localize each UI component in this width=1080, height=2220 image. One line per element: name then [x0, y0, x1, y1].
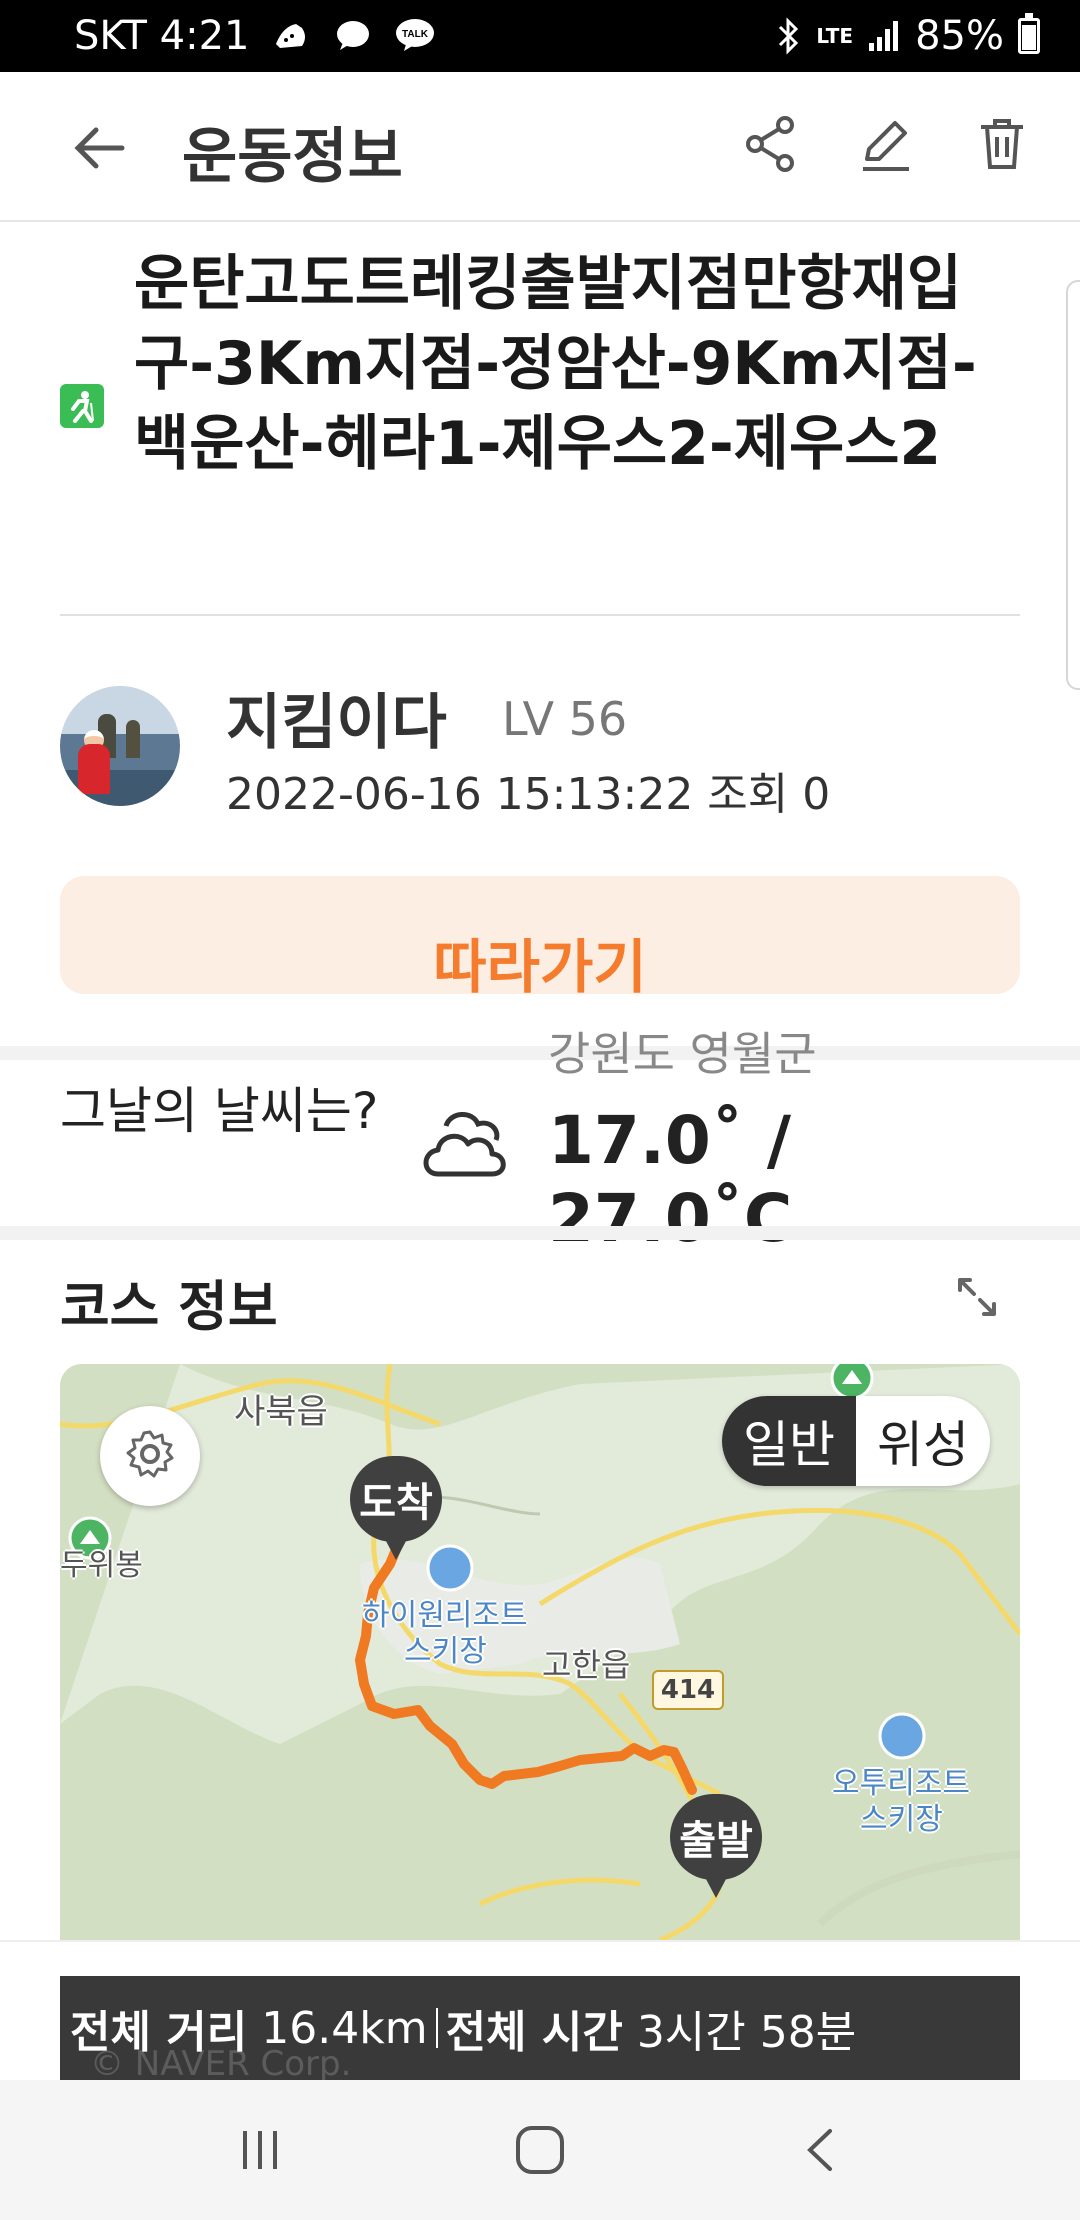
- shoe-icon: [272, 18, 312, 54]
- time-label: 전체 시간: [445, 2007, 623, 2058]
- map-label-town: 사북읍: [234, 1392, 328, 1432]
- end-marker[interactable]: 도착: [350, 1456, 442, 1566]
- map-type-normal[interactable]: 일반: [722, 1396, 856, 1486]
- talk-icon: TALK: [394, 17, 436, 55]
- weather-location: 강원도 영월군: [548, 1027, 817, 1081]
- course-map[interactable]: 일반 위성 사북읍 두위봉 하이원리조트 스키장 고한읍 414 오투리조트 스…: [60, 1364, 1020, 1940]
- divider: [60, 614, 1020, 616]
- weather-label: 그날의 날씨는?: [60, 1082, 379, 1140]
- recent-apps-icon[interactable]: [220, 2110, 300, 2190]
- weather-section: 그날의 날씨는? 강원도 영월군 17.0˚ / 27.0˚C: [0, 1027, 1080, 1257]
- hiking-icon: [60, 384, 104, 428]
- author-level: LV 56: [502, 692, 628, 746]
- map-settings-button[interactable]: [100, 1406, 200, 1506]
- section-divider: [0, 1226, 1080, 1240]
- map-label-town: 고한읍: [542, 1646, 631, 1684]
- edit-icon[interactable]: [856, 112, 916, 176]
- svg-text:TALK: TALK: [402, 29, 429, 40]
- summary-separator: [435, 2008, 438, 2048]
- app-bar: 운동정보: [0, 72, 1080, 222]
- map-label-resort: 스키장: [404, 1634, 487, 1669]
- trash-icon[interactable]: [972, 112, 1032, 176]
- follow-button-label: 따라가기: [433, 933, 647, 994]
- time-value: 3시간 58분: [636, 2007, 857, 2058]
- map-attribution: © NAVER Corp.: [90, 2044, 352, 2084]
- section-divider: [0, 1046, 1080, 1060]
- map-label-resort: 스키장: [860, 1802, 943, 1837]
- battery-percent: 85%: [915, 13, 1004, 59]
- gear-icon: [122, 1426, 178, 1486]
- status-time: SKT 4:21: [74, 13, 250, 59]
- map-type-toggle[interactable]: 일반 위성: [722, 1396, 990, 1486]
- road-number-badge: 414: [652, 1670, 724, 1710]
- system-nav-bar: [0, 2080, 1080, 2220]
- back-arrow-icon[interactable]: [68, 118, 128, 178]
- lte-icon: LTE: [816, 24, 854, 48]
- follow-button[interactable]: 따라가기: [60, 876, 1020, 994]
- side-panel-handle[interactable]: [1066, 280, 1080, 690]
- avatar[interactable]: [60, 686, 180, 806]
- map-label-peak: 두위봉: [60, 1548, 143, 1583]
- start-marker[interactable]: 출발: [670, 1794, 762, 1904]
- expand-icon[interactable]: [952, 1272, 1002, 1322]
- home-icon[interactable]: [500, 2110, 580, 2190]
- post-title: 운탄고도트레킹출발지점만항재입구-3Km지점-정암산-9Km지점-백운산-헤라1…: [134, 249, 977, 479]
- page-title: 운동정보: [182, 122, 403, 192]
- cloudy-icon: [416, 1104, 514, 1184]
- signal-icon: [867, 19, 901, 53]
- course-title: 코스 정보: [60, 1275, 278, 1338]
- post-datetime-views: 2022-06-16 15:13:22 조회 0: [226, 769, 831, 820]
- chat-bubble-icon: [334, 18, 372, 54]
- nav-back-icon[interactable]: [780, 2110, 860, 2190]
- battery-icon: [1018, 13, 1040, 54]
- share-icon[interactable]: [740, 112, 800, 176]
- author-name[interactable]: 지킴이다: [226, 674, 447, 761]
- bluetooth-icon: [776, 17, 802, 55]
- author-info: 지킴이다 LV 56 2022-06-16 15:13:22 조회 0: [0, 680, 1080, 820]
- status-bar: SKT 4:21 TALK LTE 85%: [0, 0, 1080, 72]
- map-type-satellite[interactable]: 위성: [856, 1396, 990, 1486]
